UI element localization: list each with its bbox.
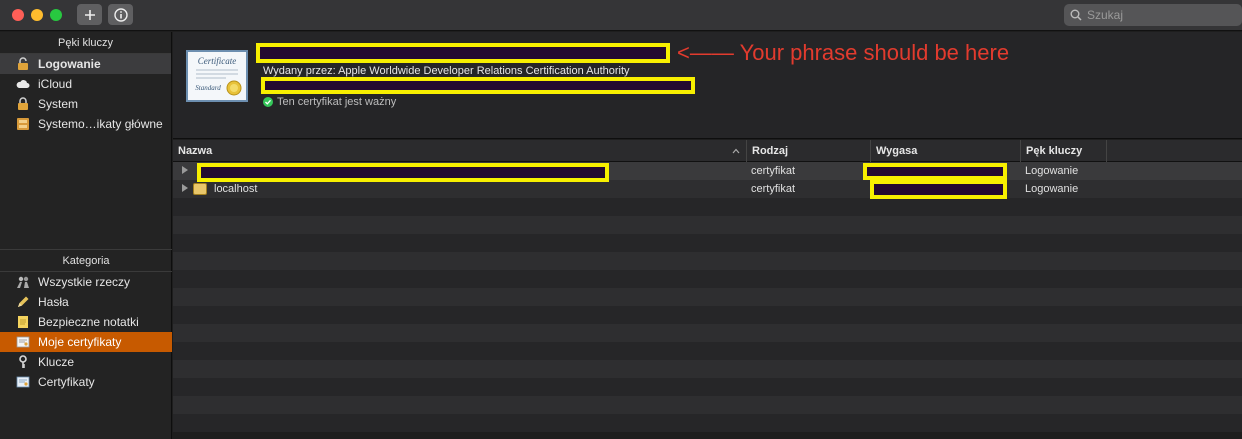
zoom-window-button[interactable]	[50, 9, 62, 21]
table-row[interactable]: localhost certyfikat Logowanie	[173, 180, 1242, 199]
empty-row	[173, 360, 1242, 378]
sidebar-item-keys[interactable]: Klucze	[0, 352, 172, 372]
search-icon	[1070, 9, 1082, 21]
search-input[interactable]	[1087, 8, 1227, 22]
people-icon	[15, 274, 31, 290]
sidebar-item-system[interactable]: System	[0, 94, 171, 114]
column-header-keychain-label: Pęk kluczy	[1026, 145, 1083, 157]
certificate-issuer: Wydany przez: Apple Worldwide Developer …	[263, 65, 630, 77]
empty-row	[173, 378, 1242, 396]
row-kind: certyfikat	[751, 165, 796, 177]
column-header-name[interactable]: Nazwa	[173, 140, 747, 162]
row-keychain: Logowanie	[1025, 183, 1079, 195]
cloud-icon	[15, 76, 31, 92]
sidebar-item-label: Systemo…ikaty główne	[38, 117, 163, 131]
close-window-button[interactable]	[12, 9, 24, 21]
certificate-status: Ten certyfikat jest ważny	[263, 96, 396, 108]
empty-row	[173, 342, 1242, 360]
info-button[interactable]	[108, 4, 133, 25]
sidebar-item-label: Klucze	[38, 355, 75, 369]
sidebar-item-icloud[interactable]: iCloud	[0, 74, 171, 94]
redacted-expiry	[870, 180, 1007, 199]
disclosure-triangle-icon[interactable]	[182, 184, 188, 192]
certificate-icon	[193, 183, 207, 195]
sidebar-item-label: Wszystkie rzeczy	[38, 275, 131, 289]
empty-row	[173, 270, 1242, 288]
sidebar-item-label: iCloud	[38, 77, 73, 91]
sidebar-item-my-certificates[interactable]: Moje certyfikaty	[0, 332, 172, 352]
disclosure-triangle-icon[interactable]	[182, 166, 188, 174]
column-header-kind-label: Rodzaj	[752, 145, 789, 157]
certificate-icon	[15, 374, 31, 390]
cabinet-icon	[15, 116, 31, 132]
lock-icon	[15, 96, 31, 112]
redacted-certificate-name	[256, 43, 670, 63]
certificate-status-text: Ten certyfikat jest ważny	[277, 96, 397, 108]
sort-ascending-icon	[732, 148, 740, 154]
sidebar-item-label: Moje certyfikaty	[38, 335, 122, 349]
redacted-name	[197, 163, 609, 182]
certificate-details: Certificate Standard Wydany przez: Apple…	[173, 32, 1242, 139]
row-name: localhost	[214, 183, 258, 195]
empty-row	[173, 414, 1242, 432]
my-certificate-icon	[15, 334, 31, 350]
category-header: Kategoria	[0, 250, 172, 272]
sidebar-item-all-items[interactable]: Wszystkie rzeczy	[0, 272, 172, 292]
sidebar: Pęki kluczy Logowanie iCloud System Syst…	[0, 32, 172, 439]
row-keychain: Logowanie	[1025, 165, 1079, 177]
note-icon	[15, 314, 31, 330]
sidebar-item-label: Certyfikaty	[38, 375, 95, 389]
certificate-thumbnail: Certificate Standard	[186, 50, 248, 102]
redacted-expiry	[863, 163, 1007, 180]
keychains-header: Pęki kluczy	[0, 32, 171, 54]
lock-open-icon	[15, 56, 31, 72]
column-header-keychain[interactable]: Pęk kluczy	[1021, 140, 1107, 162]
sidebar-item-label: System	[38, 97, 79, 111]
add-button[interactable]	[77, 4, 102, 25]
sidebar-item-label: Logowanie	[38, 57, 101, 71]
sidebar-item-label: Bezpieczne notatki	[38, 315, 139, 329]
key-icon	[15, 354, 31, 370]
empty-row	[173, 234, 1242, 252]
info-icon	[113, 7, 128, 22]
column-header-expires-label: Wygasa	[876, 145, 918, 157]
titlebar	[0, 0, 1242, 31]
empty-row	[173, 396, 1242, 414]
empty-row	[173, 324, 1242, 342]
sidebar-item-logowanie[interactable]: Logowanie	[0, 54, 171, 74]
column-header-kind[interactable]: Rodzaj	[747, 140, 871, 162]
column-header-expires[interactable]: Wygasa	[871, 140, 1021, 162]
pencil-icon	[15, 294, 31, 310]
certificate-thumbnail-title: Certificate	[198, 56, 237, 66]
sidebar-item-certificates[interactable]: Certyfikaty	[0, 372, 172, 392]
empty-row	[173, 306, 1242, 324]
items-table: Nazwa Rodzaj Wygasa Pęk kluczy certyfika…	[173, 140, 1242, 439]
table-body: certyfikat Logowanie localhost certyfika…	[173, 162, 1242, 432]
empty-row	[173, 252, 1242, 270]
search-field[interactable]	[1064, 4, 1242, 26]
sidebar-item-system-roots[interactable]: Systemo…ikaty główne	[0, 114, 171, 134]
minimize-window-button[interactable]	[31, 9, 43, 21]
plus-icon	[84, 9, 95, 20]
sidebar-item-label: Hasła	[38, 295, 69, 309]
empty-row	[173, 288, 1242, 306]
empty-row	[173, 198, 1242, 216]
column-header-name-label: Nazwa	[178, 145, 213, 157]
redacted-certificate-expiry	[261, 77, 695, 94]
annotation-note: <—— Your phrase should be here	[677, 40, 1010, 65]
row-kind: certyfikat	[751, 183, 796, 195]
table-row[interactable]: certyfikat Logowanie	[173, 162, 1242, 182]
certificate-thumbnail-subtitle: Standard	[195, 84, 221, 92]
empty-row	[173, 216, 1242, 234]
check-icon	[263, 97, 273, 107]
sidebar-item-passwords[interactable]: Hasła	[0, 292, 172, 312]
table-header: Nazwa Rodzaj Wygasa Pęk kluczy	[173, 140, 1242, 162]
sidebar-item-secure-notes[interactable]: Bezpieczne notatki	[0, 312, 172, 332]
category-section: Kategoria Wszystkie rzeczy Hasła Bezpiec…	[0, 249, 172, 392]
